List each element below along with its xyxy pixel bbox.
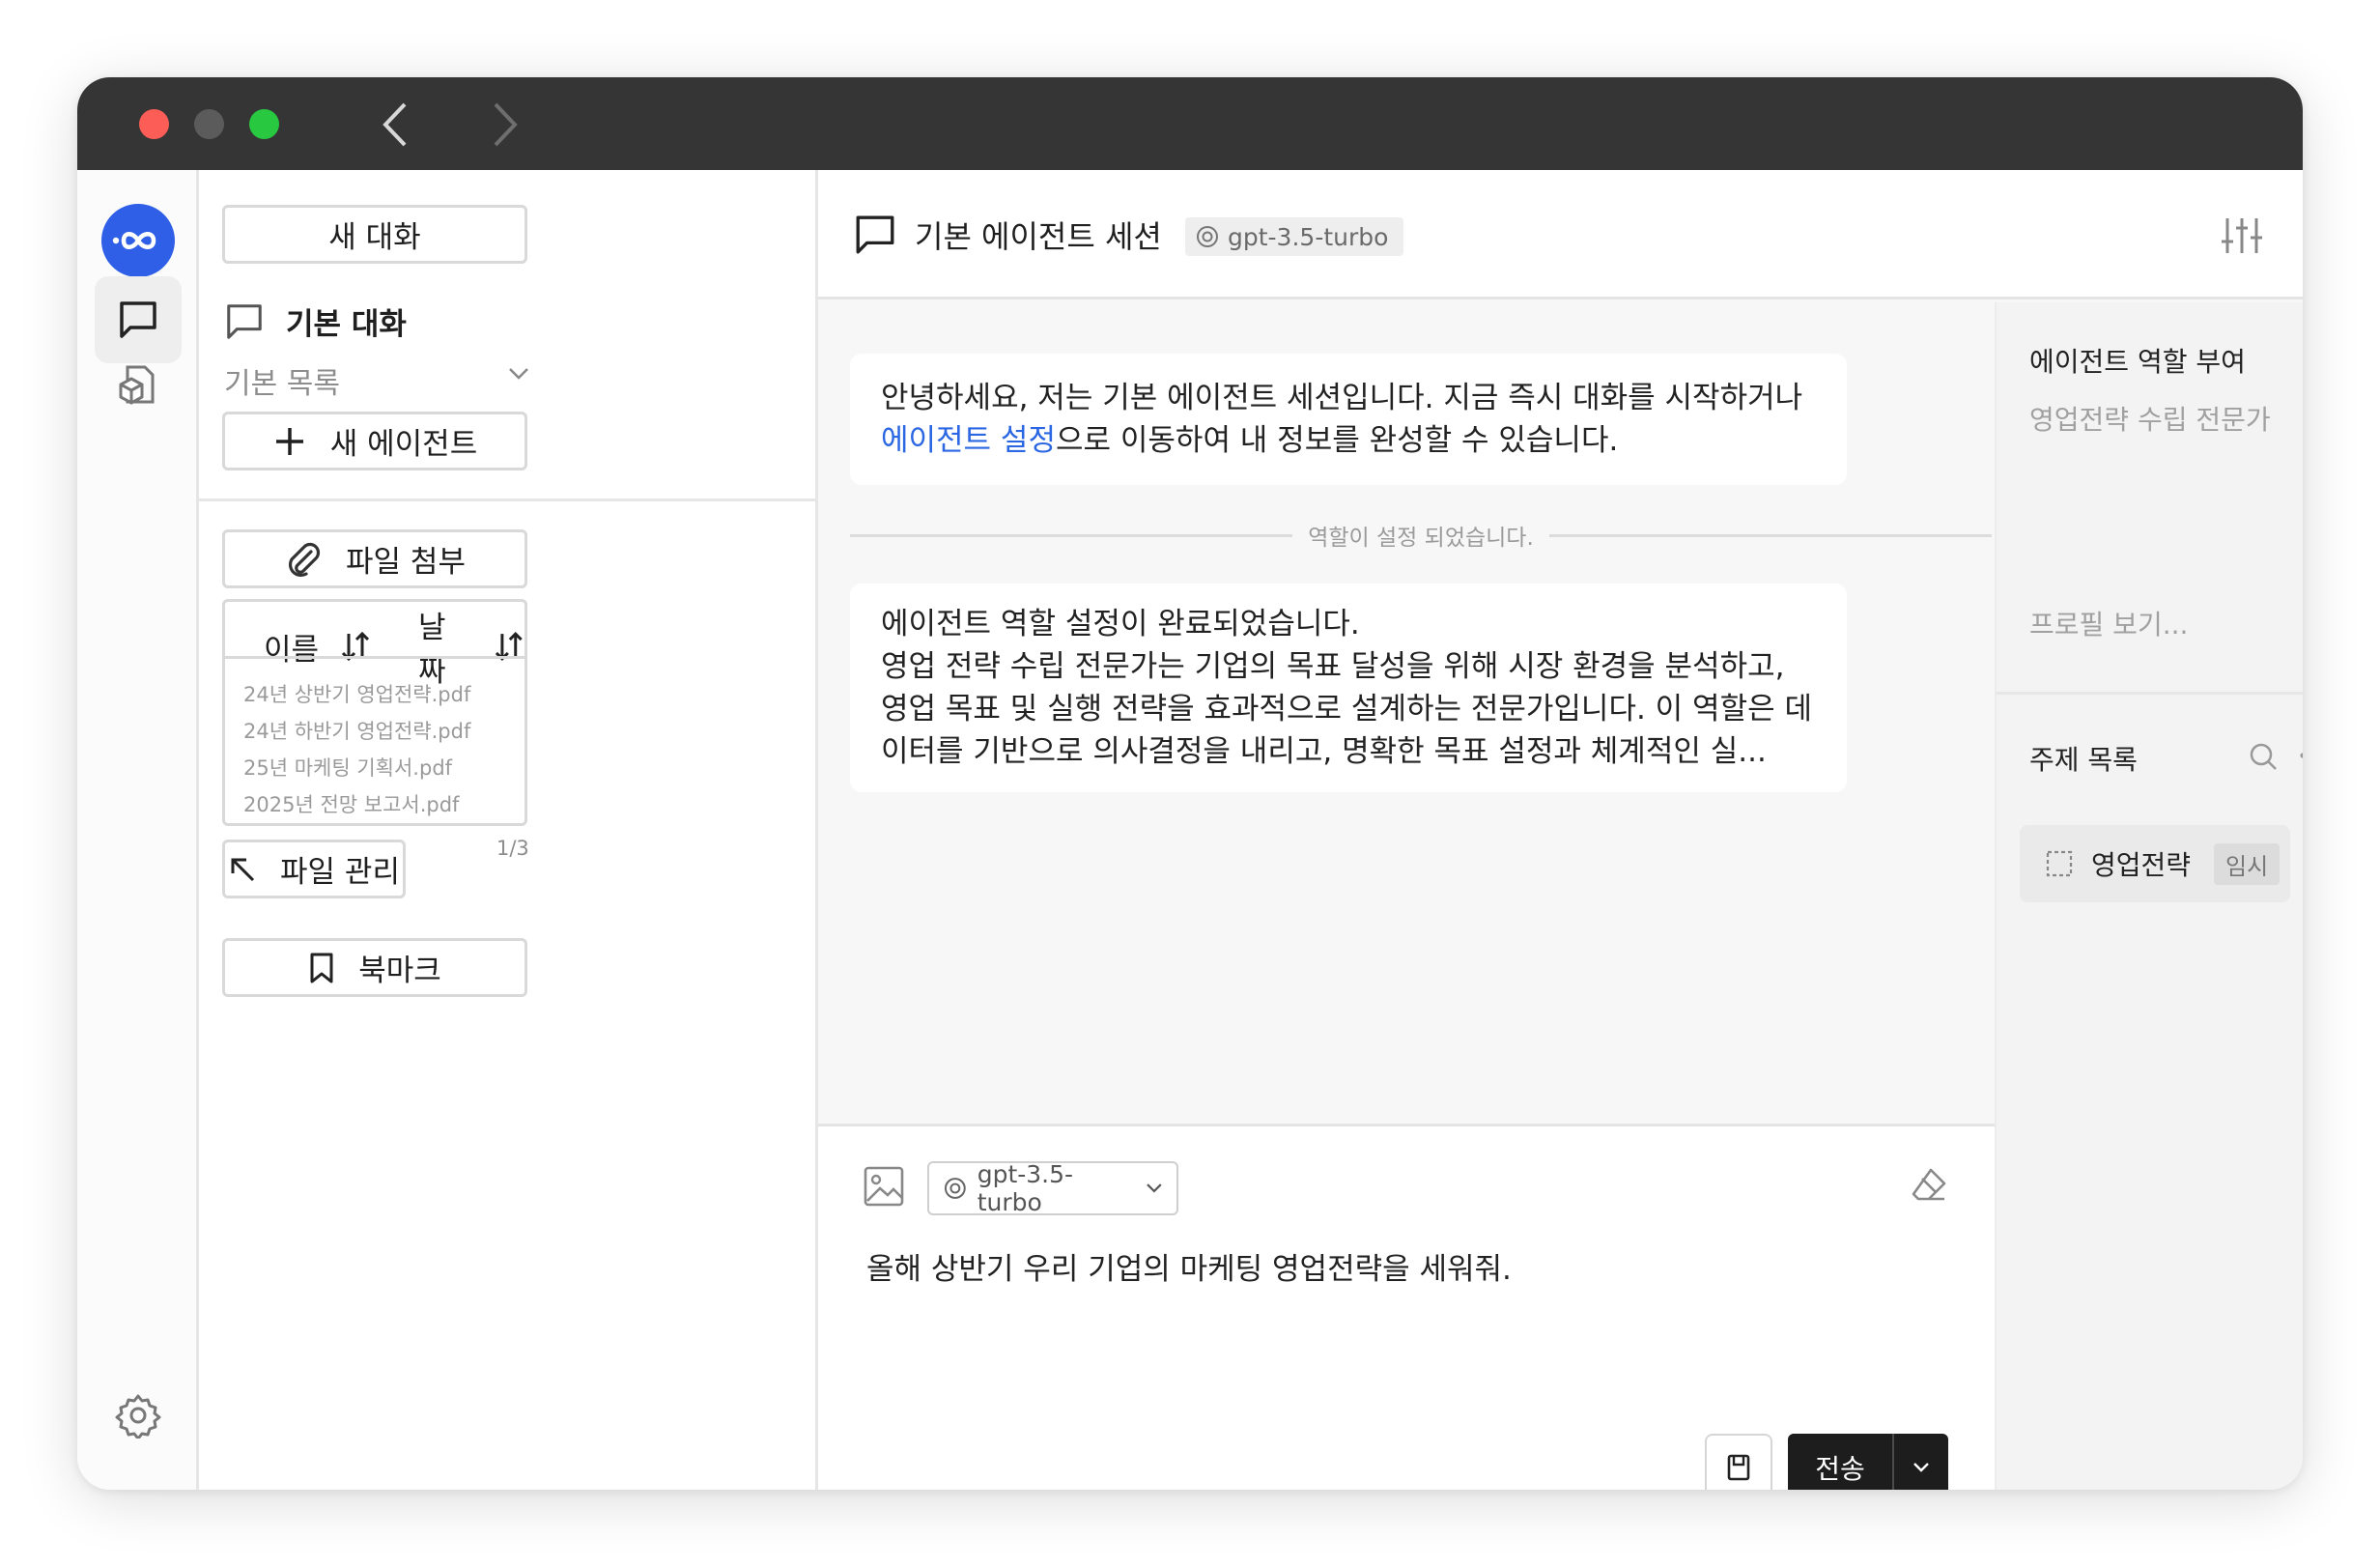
- new-agent-button[interactable]: 새 에이전트: [222, 412, 527, 470]
- role-message: 에이전트 역할 설정이 완료되었습니다. 영업 전략 수립 전문가는 기업의 목…: [850, 584, 1847, 792]
- paperclip-icon: [289, 542, 321, 577]
- agent-settings-link[interactable]: 에이전트 설정: [881, 423, 1056, 458]
- icon-rail: [77, 170, 199, 1490]
- session-header: 기본 에이전트 세션 gpt-3.5-turbo: [818, 170, 2303, 299]
- chat-icon: [120, 301, 156, 338]
- role-title: 에이전트 역할 부여: [2029, 346, 2246, 378]
- image-icon[interactable]: [863, 1165, 905, 1208]
- chevron-left-icon: [382, 102, 407, 147]
- session-title: 기본 에이전트 세션: [853, 213, 1162, 257]
- arrow-up-left-icon: [231, 858, 255, 881]
- send-label: 전송: [1788, 1434, 1894, 1490]
- chevron-right-icon: [494, 102, 518, 147]
- openai-icon: [1197, 226, 1218, 247]
- sidebar-divider: [199, 499, 818, 501]
- notice-divider: [1548, 533, 1993, 537]
- model-select-value: gpt-3.5-turbo: [977, 1160, 1074, 1216]
- dashed-square-icon: [2046, 850, 2073, 877]
- role-msg-line: 영업 목표 및 실행 전략을 효과적으로 설계하는 전문가입니다. 이 역할은 …: [881, 692, 1812, 727]
- file-item[interactable]: 2025년 전망 보고서.pdf: [243, 786, 524, 823]
- role-msg-line: 이터를 기반으로 의사결정을 내리고, 명확한 목표 설정과 체계적인 실...: [881, 734, 1767, 769]
- attach-file-label: 파일 첨부: [346, 545, 466, 580]
- topic-item[interactable]: 영업전략 임시: [2020, 825, 2290, 902]
- app-window: 새 대화 기본 대화 기본 목록 새 에이전트 파일 첨부 이름 날짜 24년 …: [77, 77, 2303, 1490]
- sliders-icon[interactable]: [2220, 214, 2264, 257]
- default-list-label: 기본 목록: [224, 367, 340, 401]
- role-msg-line: 영업 전략 수립 전문가는 기업의 목표 달성을 위해 시장 환경을 분석하고,: [881, 649, 1785, 684]
- save-icon: [1727, 1454, 1750, 1481]
- welcome-line-2: 에이전트 설정으로 이동하여 내 정보를 완성할 수 있습니다.: [881, 419, 1816, 462]
- file-box-icon: [119, 365, 155, 405]
- file-list: 24년 상반기 영업전략.pdf 24년 하반기 영업전략.pdf 25년 마케…: [222, 656, 527, 826]
- forward-button[interactable]: [480, 99, 528, 151]
- file-item[interactable]: 25년 마케팅 기획서.pdf: [243, 750, 524, 786]
- chevron-down-icon[interactable]: [508, 367, 529, 381]
- welcome-line-2-rest: 으로 이동하여 내 정보를 완성할 수 있습니다.: [1055, 423, 1619, 458]
- new-chat-label: 새 대화: [328, 220, 421, 255]
- app-logo: [101, 204, 175, 277]
- composer: gpt-3.5-turbo 올해 상반기 우리 기업의 마케팅 영업전략을 세워…: [818, 1124, 1995, 1490]
- profile-link[interactable]: 프로필 보기...: [2029, 604, 2188, 642]
- default-chat-label: 기본 대화: [286, 307, 407, 342]
- model-select[interactable]: gpt-3.5-turbo: [927, 1160, 1178, 1216]
- topics-title: 주제 목록: [2029, 744, 2138, 776]
- message-input[interactable]: 올해 상반기 우리 기업의 마케팅 영업전략을 세워줘.: [866, 1244, 1512, 1288]
- temp-badge: 임시: [2214, 842, 2281, 885]
- new-agent-label: 새 에이전트: [329, 427, 478, 462]
- chat-icon: [856, 215, 894, 254]
- rail-files-button[interactable]: [95, 342, 182, 429]
- topic-item-label: 영업전략: [2091, 849, 2192, 881]
- file-item[interactable]: 24년 상반기 영업전략.pdf: [243, 676, 524, 713]
- title-bar: [77, 77, 2303, 170]
- maximize-window-button[interactable]: [249, 109, 279, 139]
- chat-icon: [227, 303, 262, 339]
- close-window-button[interactable]: [139, 109, 169, 139]
- chat-area: 안녕하세요, 저는 기본 에이전트 세션입니다. 지금 즉시 대화를 시작하거나…: [818, 302, 1995, 1124]
- file-item[interactable]: 24년 하반기 영업전략.pdf: [243, 713, 524, 750]
- bookmark-label: 북마크: [358, 954, 441, 988]
- attach-file-button[interactable]: 파일 첨부: [222, 529, 527, 588]
- bookmark-button[interactable]: 북마크: [222, 938, 527, 997]
- role-value: 영업전략 수립 전문가: [2029, 404, 2271, 436]
- main-area: 기본 에이전트 세션 gpt-3.5-turbo 안녕하세요, 저는 기본 에이…: [818, 170, 2303, 1490]
- openai-icon: [944, 1178, 966, 1199]
- send-button[interactable]: 전송: [1788, 1434, 1948, 1490]
- session-title-text: 기본 에이전트 세션: [915, 218, 1162, 255]
- default-list-toggle[interactable]: 기본 목록: [224, 359, 340, 402]
- model-badge: gpt-3.5-turbo: [1185, 217, 1404, 256]
- file-pager: 1/3: [496, 837, 529, 860]
- search-icon[interactable]: [2248, 741, 2279, 772]
- more-icon[interactable]: [2299, 750, 2303, 761]
- new-chat-button[interactable]: 새 대화: [222, 205, 527, 264]
- chevron-down-icon: [1147, 1183, 1162, 1193]
- save-button[interactable]: [1705, 1434, 1772, 1490]
- system-notice: 역할이 설정 되었습니다.: [850, 524, 1993, 551]
- file-manage-label: 파일 관리: [280, 855, 400, 890]
- role-msg-line: 에이전트 역할 설정이 완료되었습니다.: [881, 607, 1360, 641]
- right-panel: 에이전트 역할 부여 영업전략 수립 전문가 프로필 보기... 주제 목록 영…: [1995, 302, 2303, 1490]
- notice-divider: [850, 533, 1293, 537]
- rail-settings-button[interactable]: [95, 1372, 182, 1459]
- system-notice-text: 역할이 설정 되었습니다.: [1308, 526, 1534, 551]
- bookmark-icon: [310, 953, 333, 983]
- infinity-logo-icon: [112, 232, 156, 249]
- eraser-icon[interactable]: [1910, 1165, 1948, 1204]
- default-chat-item[interactable]: 기본 대화: [224, 299, 407, 343]
- sidebar: 새 대화 기본 대화 기본 목록 새 에이전트 파일 첨부 이름 날짜 24년 …: [199, 170, 818, 1490]
- welcome-line-1: 안녕하세요, 저는 기본 에이전트 세션입니다. 지금 즉시 대화를 시작하거나: [881, 381, 1803, 415]
- plus-icon: [275, 427, 303, 455]
- send-options-button[interactable]: [1894, 1434, 1948, 1490]
- model-badge-text: gpt-3.5-turbo: [1228, 222, 1389, 251]
- back-button[interactable]: [372, 99, 420, 151]
- welcome-message: 안녕하세요, 저는 기본 에이전트 세션입니다. 지금 즉시 대화를 시작하거나…: [850, 354, 1847, 485]
- file-manage-button[interactable]: 파일 관리: [222, 840, 406, 898]
- gear-icon: [115, 1394, 161, 1439]
- right-panel-divider: [1997, 692, 2303, 695]
- minimize-window-button[interactable]: [194, 109, 224, 139]
- chevron-down-icon: [1913, 1463, 1929, 1472]
